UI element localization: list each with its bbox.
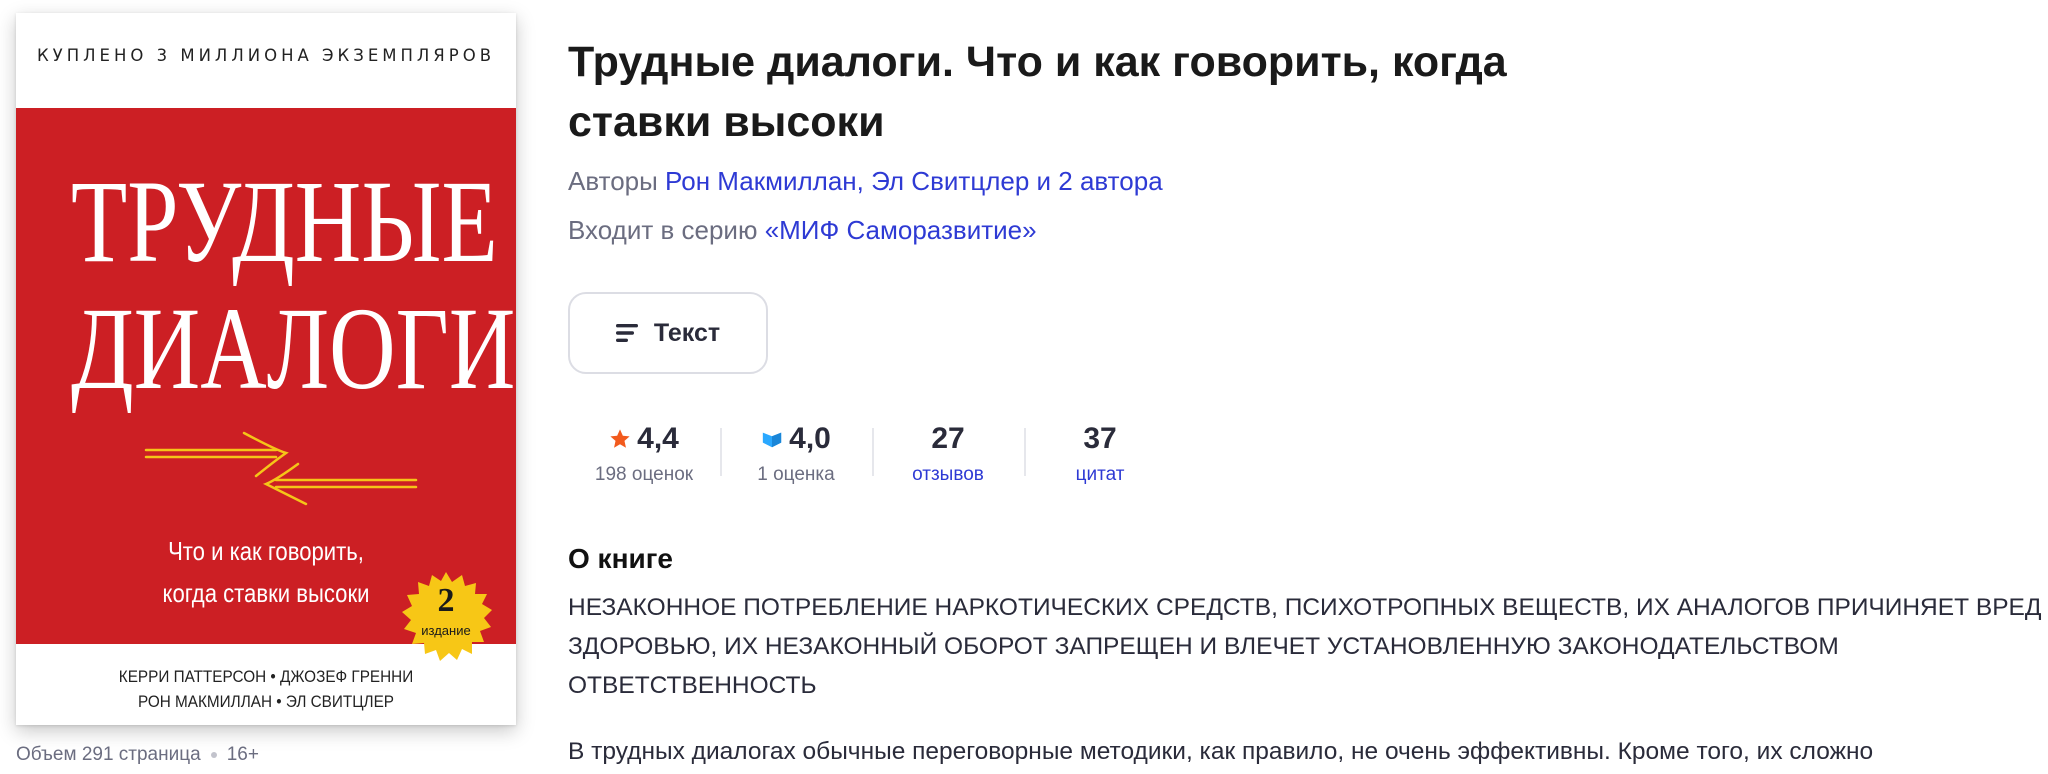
format-text-label: Текст [653, 318, 721, 347]
stat-bookmate-rating[interactable]: 4,0 1 оценка [720, 418, 872, 488]
bookmate-rating-count: 1 оценка [757, 464, 835, 485]
format-text-button[interactable]: Текст [568, 292, 768, 374]
reviews-count: 27 [931, 422, 965, 455]
cover-tagline: КУПЛЕНО 3 МИЛЛИОНА ЭКЗЕМПЛЯРОВ [36, 46, 496, 65]
cover-subtitle-line1: Что и как говорить, [168, 536, 364, 566]
series-row: Входит в серию «МИФ Саморазвитие» [568, 215, 1037, 246]
cover-title-line1: ТРУДНЫЕ [71, 156, 498, 287]
badge-text: издание [421, 623, 471, 638]
book-title: Трудные диалоги. Что и как говорить, ког… [568, 38, 1507, 146]
about-warning: НЕЗАКОННОЕ ПОТРЕБЛЕНИЕ НАРКОТИЧЕСКИХ СРЕ… [568, 594, 2042, 699]
page-count: Объем 291 страница [16, 744, 201, 765]
about-heading: О книге [568, 543, 673, 574]
series-label: Входит в серию [568, 215, 758, 245]
cover-title-line2: ДИАЛОГИ [71, 283, 516, 414]
cover-authors-line1: КЕРРИ ПАТТЕРСОН • ДЖОЗЕФ ГРЕННИ [118, 667, 414, 686]
book-cover[interactable]: КУПЛЕНО 3 МИЛЛИОНА ЭКЗЕМПЛЯРОВ ТРУДНЫЕ Д… [16, 13, 516, 725]
rating-value: 4,4 [637, 422, 679, 455]
authors-row: Авторы Рон Макмиллан, Эл Свитцлер и 2 ав… [568, 166, 1163, 197]
stat-quotes[interactable]: 37 цитат [1024, 418, 1176, 488]
meta-separator-dot [210, 752, 217, 758]
cover-bottom-band: КЕРРИ ПАТТЕРСОН • ДЖОЗЕФ ГРЕННИ РОН МАКМ… [16, 644, 516, 725]
star-icon [610, 429, 630, 448]
badge-number: 2 [437, 582, 455, 619]
cover-top-band: КУПЛЕНО 3 МИЛЛИОНА ЭКЗЕМПЛЯРОВ [16, 13, 516, 108]
quotes-count: 37 [1083, 422, 1117, 455]
reviews-link[interactable]: отзывов [912, 464, 984, 486]
cover-arrows-icon [144, 431, 418, 506]
stats-row: 4,4 198 оценок 4,0 1 оценка 27 отзывов 3… [568, 418, 1176, 488]
text-lines-icon [615, 324, 638, 342]
rating-count: 198 оценок [594, 464, 694, 485]
book-meta: Объем 291 страница 16+ [16, 744, 259, 766]
cover-authors-line2: РОН МАКМИЛЛАН • ЭЛ СВИТЦЛЕР [137, 692, 395, 711]
bookmate-icon [762, 432, 782, 448]
authors-label: Авторы [568, 166, 658, 196]
stat-rating[interactable]: 4,4 198 оценок [568, 418, 720, 488]
stat-reviews[interactable]: 27 отзывов [872, 418, 1024, 488]
age-rating: 16+ [226, 744, 259, 765]
quotes-link[interactable]: цитат [1076, 464, 1125, 486]
cover-red-panel: ТРУДНЫЕ ДИАЛОГИ Что и как говорить, когд… [16, 108, 516, 661]
about-description: В трудных диалогах обычные переговорные … [568, 738, 1874, 765]
authors-link[interactable]: Рон Макмиллан, Эл Свитцлер и 2 автора [665, 166, 1163, 196]
series-link[interactable]: «МИФ Саморазвитие» [765, 215, 1037, 245]
bookmate-rating-value: 4,0 [789, 422, 831, 455]
